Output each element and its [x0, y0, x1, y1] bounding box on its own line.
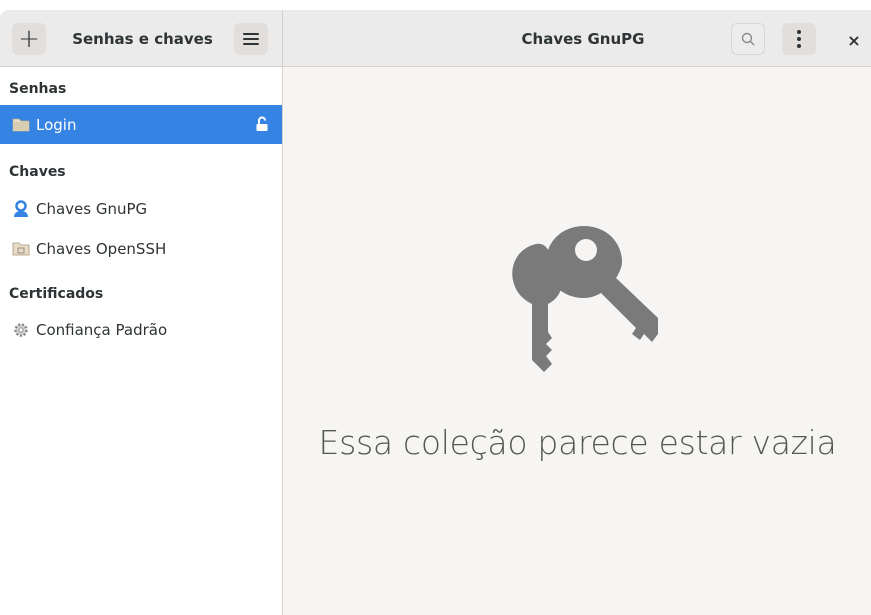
section-header-senhas: Senhas — [9, 81, 67, 97]
sidebar-item-label: Chaves OpenSSH — [36, 239, 167, 258]
empty-collection-message: Essa coleção parece estar vazia — [318, 423, 837, 462]
section-header-chaves: Chaves — [9, 164, 66, 180]
folder-icon — [12, 116, 30, 134]
content-area: Essa coleção parece estar vazia — [284, 67, 871, 615]
headerbar: + Senhas e chaves Chaves GnuPG × — [0, 10, 871, 67]
search-button[interactable] — [731, 23, 765, 55]
sidebar-item-login[interactable]: Login — [0, 105, 282, 144]
app-window: + Senhas e chaves Chaves GnuPG × Senhas — [0, 10, 871, 615]
close-icon: × — [847, 30, 861, 50]
close-button[interactable]: × — [841, 27, 867, 53]
app-title: Senhas e chaves — [72, 29, 213, 48]
hamburger-icon — [243, 33, 259, 45]
sidebar-item-openssh[interactable]: Chaves OpenSSH — [0, 229, 282, 268]
ssh-folder-icon — [12, 240, 30, 258]
sidebar-item-confianca-padrao[interactable]: Confiança Padrão — [0, 310, 282, 349]
unlock-icon[interactable] — [256, 116, 268, 136]
sidebar-item-label: Chaves GnuPG — [36, 199, 148, 218]
headerbar-sidebar-part: + Senhas e chaves — [0, 10, 283, 67]
section-header-certificados: Certificados — [9, 286, 104, 302]
gear-icon — [12, 321, 30, 339]
sidebar-item-label: Confiança Padrão — [36, 320, 168, 339]
main-menu-button[interactable] — [234, 23, 268, 55]
sidebar-item-gnupg[interactable]: Chaves GnuPG — [0, 189, 282, 228]
plus-icon: + — [18, 24, 40, 54]
kebab-menu-icon — [797, 30, 801, 48]
keys-icon — [512, 226, 658, 372]
person-key-icon — [12, 199, 30, 218]
more-options-button[interactable] — [782, 23, 816, 55]
sidebar: Senhas Login Chaves Chaves GnuPG Chaves … — [0, 67, 283, 615]
sidebar-item-label: Login — [36, 115, 77, 134]
add-button[interactable]: + — [12, 23, 46, 55]
search-icon — [741, 32, 755, 46]
